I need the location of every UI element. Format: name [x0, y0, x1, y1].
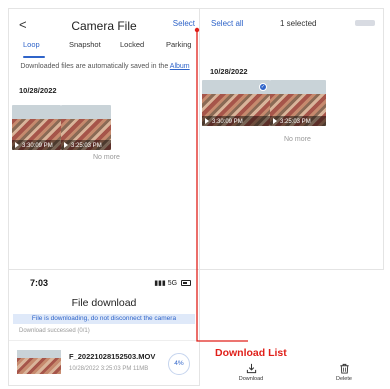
download-progress: 4%	[168, 353, 190, 375]
play-icon	[273, 118, 277, 124]
active-tab-indicator	[23, 56, 45, 58]
date-header: 10/28/2022	[19, 86, 57, 95]
page-title: Camera File	[71, 19, 137, 33]
tab-snapshot[interactable]: Snapshot	[69, 40, 101, 49]
download-button[interactable]: Download	[231, 363, 271, 382]
video-thumbnail[interactable]: 3:25:03 PM	[270, 80, 326, 126]
download-label: Download	[238, 376, 264, 382]
video-thumbnail[interactable]: 3:30:09 PM	[12, 105, 61, 150]
file-download-screen: 7:03 ▮▮▮ 5G File download File is downlo…	[8, 270, 200, 386]
download-success-count: Download successed (0/1)	[19, 328, 90, 334]
select-button[interactable]: Select	[173, 19, 195, 28]
tab-loop[interactable]: Loop	[23, 40, 40, 49]
annotation-label: Download List	[215, 347, 287, 359]
selected-count: 1 selected	[280, 19, 317, 28]
tab-parking[interactable]: Parking	[166, 40, 191, 49]
thumbnail-time: 3:25:03 PM	[280, 119, 311, 125]
video-thumbnail[interactable]: 3:25:03 PM	[61, 105, 111, 150]
no-more-label: No more	[284, 136, 311, 143]
thumbnail-time: 3:30:09 PM	[212, 119, 243, 125]
tab-locked[interactable]: Locked	[120, 40, 144, 49]
file-meta: 10/28/2022 3:25:03 PM 11MB	[69, 366, 149, 372]
delete-label: Delete	[336, 376, 352, 382]
trash-icon	[339, 363, 349, 374]
status-time: 7:03	[30, 278, 49, 288]
play-icon	[64, 142, 68, 148]
save-notice: Downloaded files are automatically saved…	[20, 63, 190, 70]
download-icon	[246, 363, 256, 374]
bottom-area: Download List Download Delete	[200, 270, 384, 386]
file-name: F_20221028152503.MOV	[69, 352, 156, 361]
date-header: 10/28/2022	[210, 67, 248, 76]
battery-icon	[181, 280, 191, 286]
checkmark-icon[interactable]: ✓	[259, 83, 267, 91]
play-icon	[15, 142, 19, 148]
signal-icon: ▮▮▮	[154, 280, 166, 287]
select-all-button[interactable]: Select all	[211, 19, 243, 28]
video-thumbnail-selected[interactable]: 3:30:09 PM ✓	[202, 80, 270, 126]
download-warning-banner: File is downloading, do not disconnect t…	[13, 314, 195, 324]
album-link[interactable]: Album	[170, 63, 190, 70]
cancel-button[interactable]	[355, 20, 375, 26]
page-title: File download	[71, 297, 137, 309]
divider	[9, 340, 199, 341]
camera-file-screen: < Camera File Select Loop Snapshot Locke…	[8, 8, 200, 270]
thumbnail-time: 3:25:03 PM	[71, 143, 102, 149]
play-icon	[205, 118, 209, 124]
file-thumbnail	[17, 350, 61, 374]
thumbnail-time: 3:30:09 PM	[22, 143, 53, 149]
delete-button[interactable]: Delete	[324, 363, 364, 382]
status-signal: ▮▮▮ 5G	[154, 279, 191, 287]
selection-screen: Select all 1 selected 10/28/2022 3:30:09…	[200, 8, 384, 270]
no-more-label: No more	[93, 154, 120, 161]
file-tabs: Loop Snapshot Locked Parking	[9, 40, 199, 56]
